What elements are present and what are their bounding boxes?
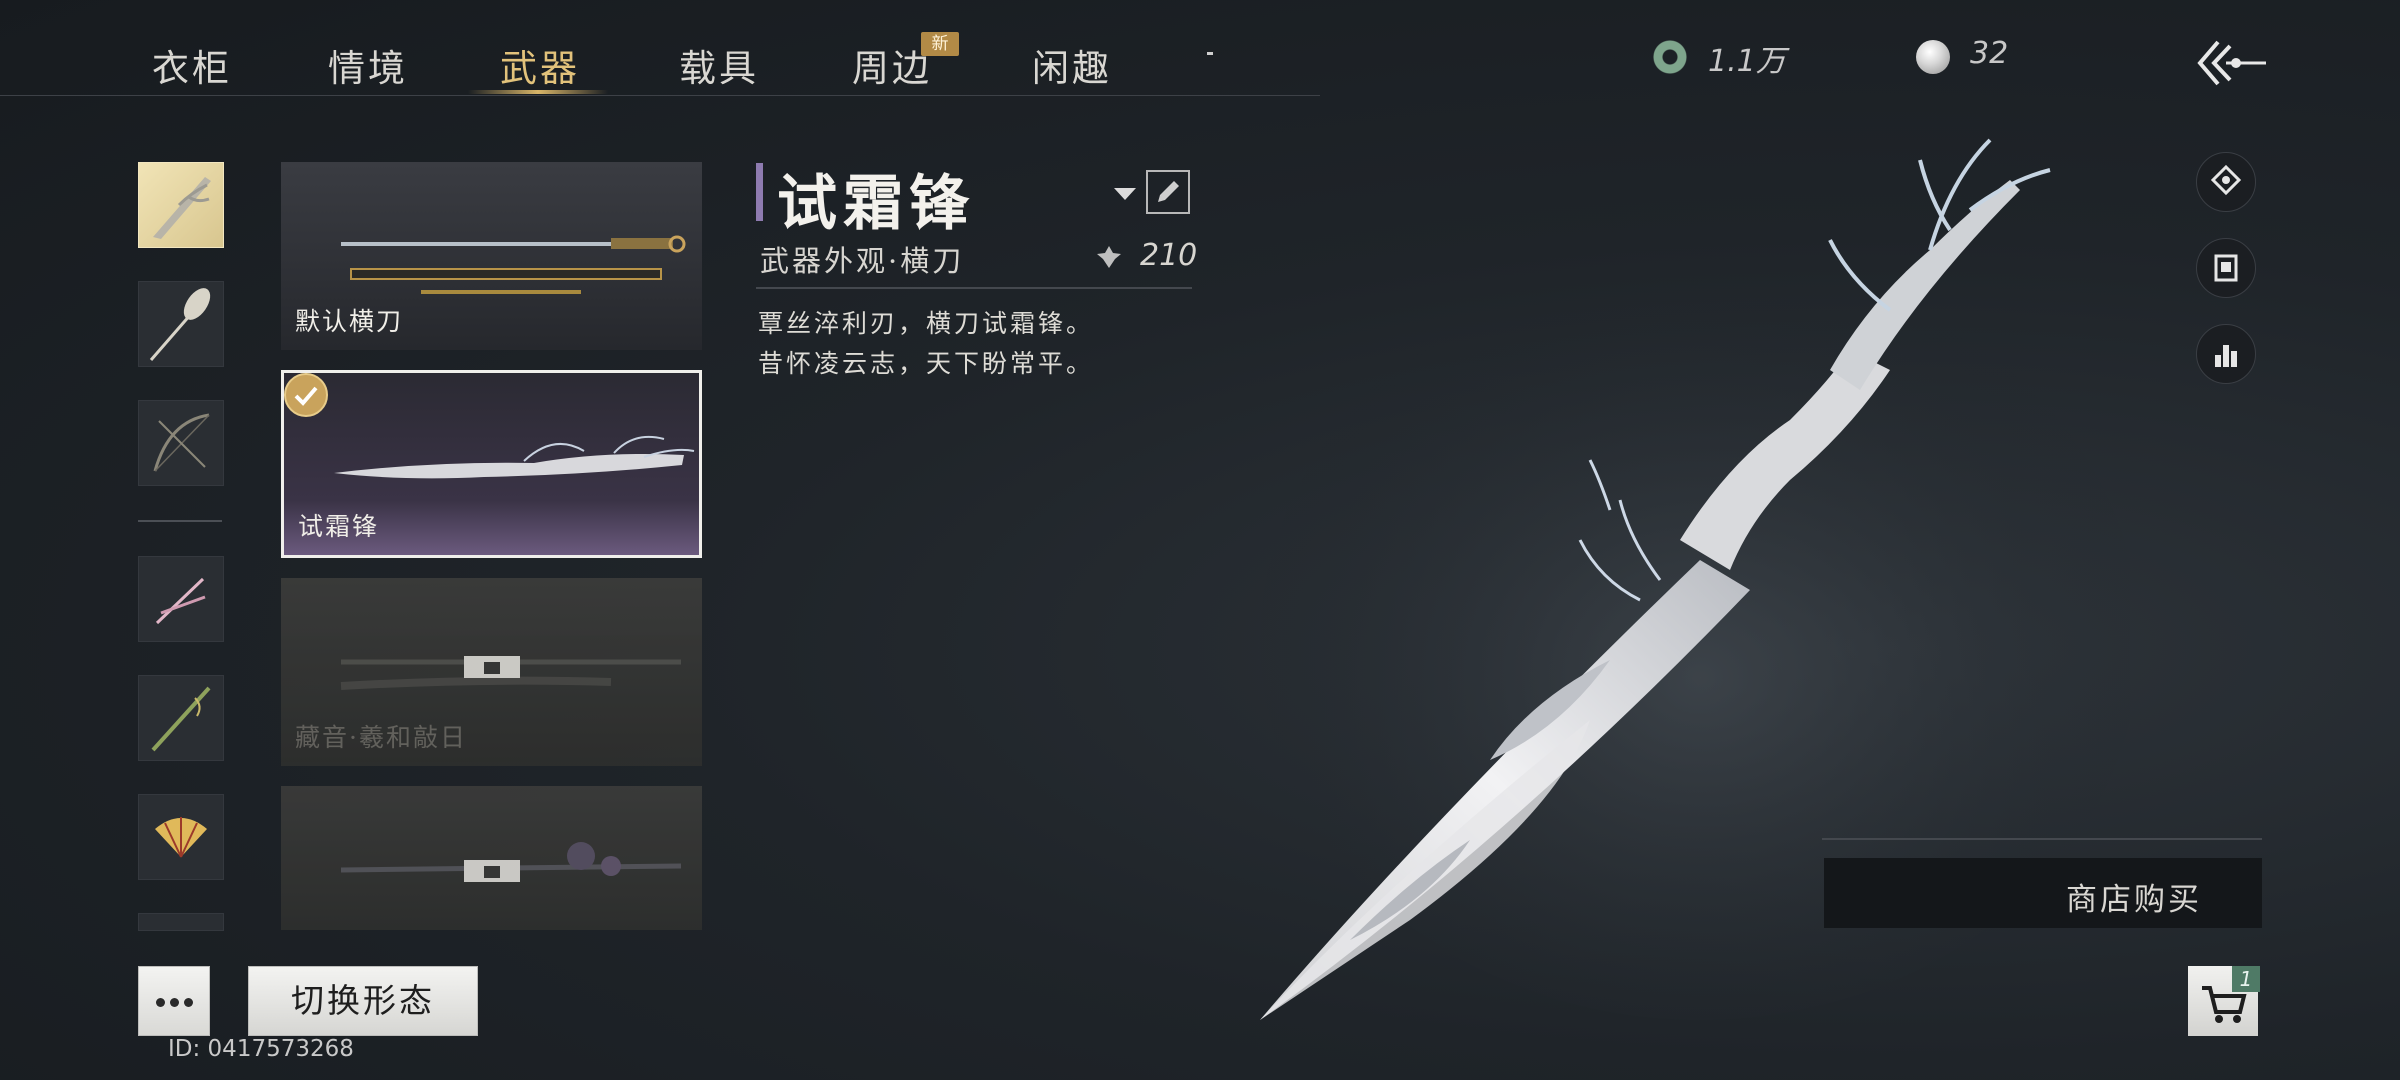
switch-form-button[interactable]: 切换形态 [248,966,478,1036]
category-bow[interactable] [138,400,224,486]
wardrobe-button[interactable] [2196,238,2256,298]
edit-button[interactable] [1146,170,1190,214]
weapon-card-default[interactable]: 默认横刀 [281,162,702,350]
new-badge: 新 [921,32,959,56]
appearance-button[interactable] [2196,152,2256,212]
detail-divider [756,287,1192,289]
tab-accessories[interactable]: 周边 [852,38,932,92]
weapon-name: 默认横刀 [295,307,404,336]
tab-scenes[interactable]: 情境 [328,38,408,92]
active-tab-underline [468,90,608,94]
appearance-icon [2210,164,2242,196]
blade-category-icon [153,177,211,239]
category-divider [138,520,222,522]
ranking-button[interactable] [2196,324,2256,384]
lock-icon [464,860,520,882]
wardrobe-icon [2214,254,2238,282]
umbrella-category-icon [149,288,211,361]
chevron-down-icon[interactable] [1114,188,1136,200]
category-spear[interactable] [138,675,224,761]
weapon-card-xihe[interactable]: 藏音·羲和敲日 [281,578,702,766]
category-fan[interactable] [138,794,224,880]
weapon-card-shishuangfeng[interactable]: 试霜锋 [281,370,702,558]
weapon-title: 试霜锋 [777,169,975,239]
jade-currency-amount: 1.1万 [1708,44,1786,79]
bow-category-icon [153,413,210,472]
cart-count-badge: 1 [2232,966,2260,992]
jade-coin-icon [1653,40,1687,74]
weapon-subtitle: 武器外观·横刀 [760,244,965,278]
weapon-score: 210 [1140,238,1198,273]
more-options-button[interactable] [138,966,210,1036]
category-blade[interactable] [138,162,224,248]
category-umbrella[interactable] [138,281,224,367]
weapon-name: 藏音·羲和敲日 [295,723,467,752]
category-dual-blades[interactable] [138,556,224,642]
category-more[interactable] [138,913,224,931]
pearl-currency-amount: 32 [1970,36,2009,71]
pearl-icon [1916,40,1950,74]
category-tab-bar: 衣柜 情境 武器 载具 周边 新 闲趣 [0,0,1320,96]
tab-leisure[interactable]: 闲趣 [1032,38,1112,92]
shop-divider [1822,838,2262,840]
back-arrow-icon[interactable] [2196,38,2268,88]
weapon-description-line1: 覃丝淬利刃，横刀试霜锋。 [758,309,1095,338]
user-id: ID: 0417573268 [168,1036,354,1062]
title-accent-bar [756,163,763,221]
spear-icon [151,686,211,752]
shop-purchase-label: 商店购买 [2066,882,2202,918]
lock-icon [464,656,520,678]
pencil-icon [1158,181,1179,202]
dual-blades-icon [155,577,206,625]
weapon-card-locked[interactable] [281,786,702,930]
tab-overflow-indicator [1207,52,1213,55]
fan-icon [155,817,207,858]
tab-weapons[interactable]: 武器 [500,38,580,92]
equipped-check-icon [284,373,328,417]
score-icon [1097,246,1121,268]
weapon-name: 试霜锋 [298,512,380,541]
ranking-icon [2215,345,2237,367]
shop-purchase-button[interactable]: 商店购买 [1824,858,2262,928]
tab-vehicles[interactable]: 载具 [679,38,759,92]
weapon-description-line2: 昔怀凌云志，天下盼常平。 [758,349,1095,378]
tab-wardrobe[interactable]: 衣柜 [152,38,232,92]
